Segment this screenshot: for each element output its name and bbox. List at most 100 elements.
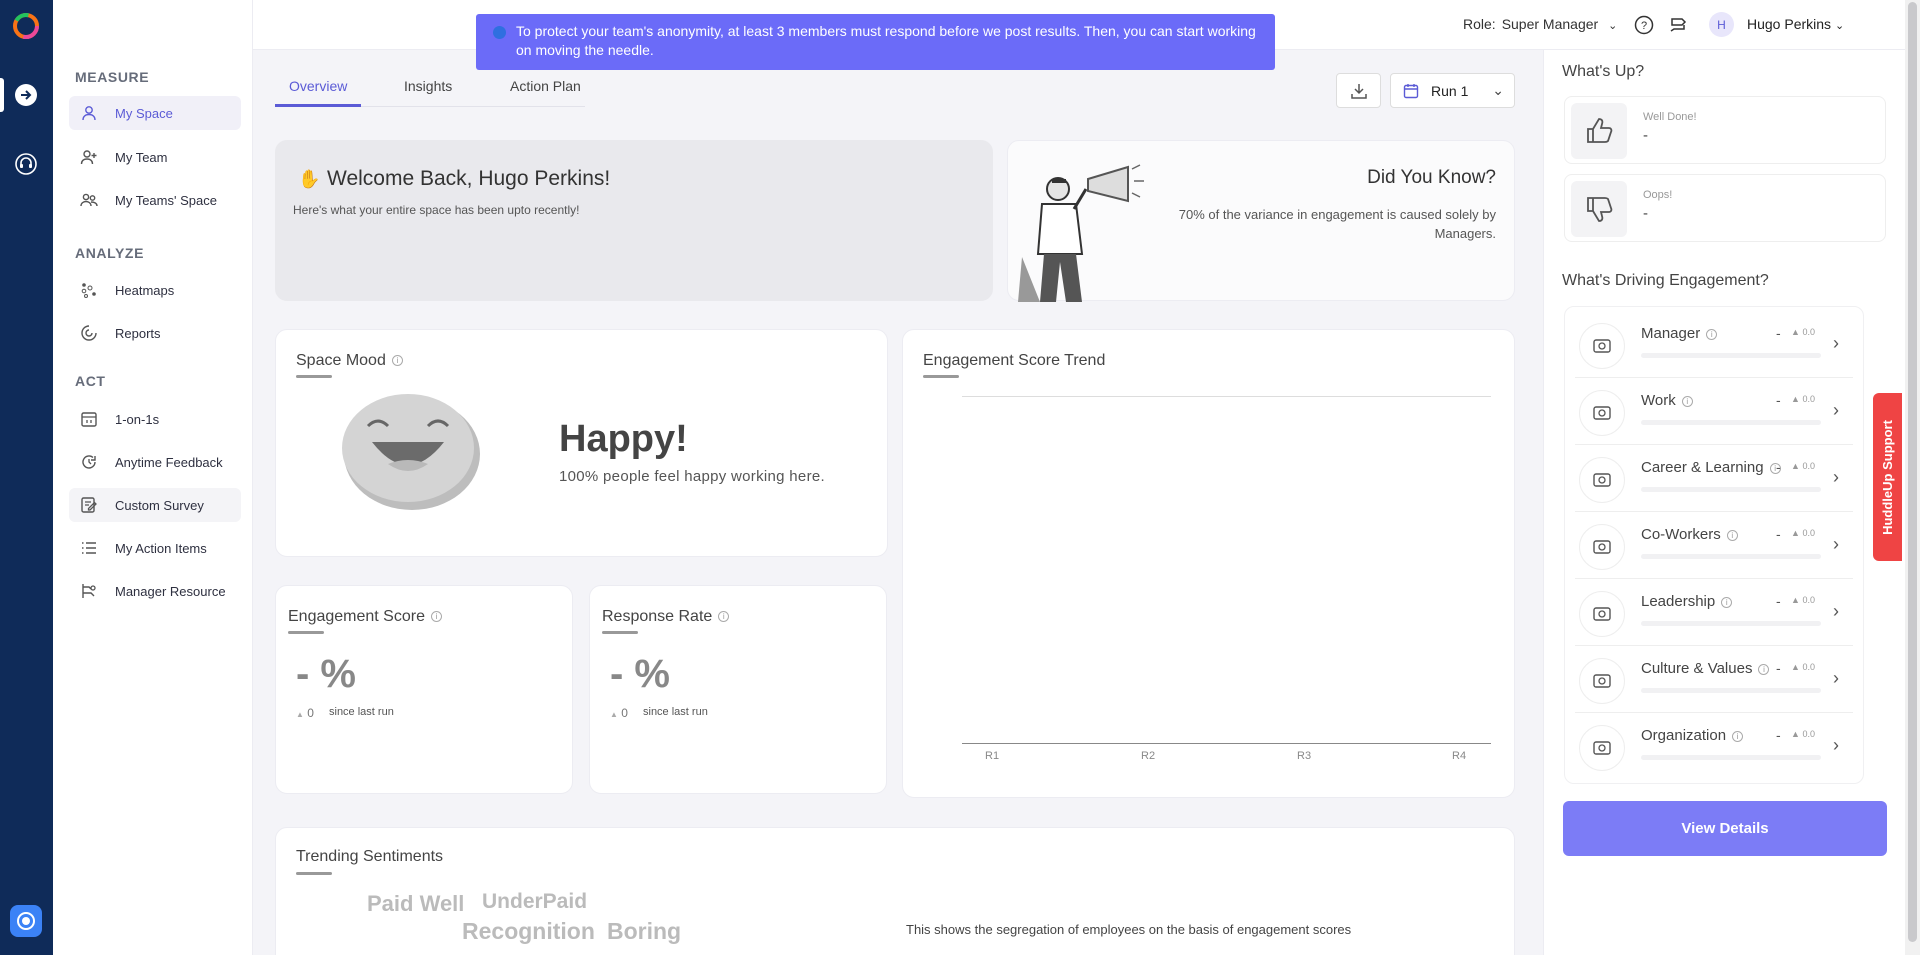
sidebar-section-measure: MEASURE [75, 69, 150, 85]
chevron-right-icon[interactable]: › [1833, 534, 1839, 555]
driver-row[interactable]: Culture & Values i - ▲ 0.0 › [1565, 646, 1865, 713]
info-icon[interactable]: i [1681, 395, 1693, 407]
trending-title: Trending Sentiments [296, 848, 444, 865]
driver-row[interactable]: Career & Learning i - ▲ 0.0 › [1565, 445, 1865, 512]
sidebar-item-1-on-1s[interactable]: 1-on-1s [69, 402, 241, 436]
rail-support-button[interactable] [12, 150, 40, 178]
support-tab-label: HuddleUp Support [1880, 419, 1896, 535]
driver-delta-value: 0.0 [1802, 528, 1815, 538]
chevron-right-icon[interactable]: › [1833, 400, 1839, 421]
driver-progress-bar [1641, 755, 1821, 760]
sidebar-item-my-team[interactable]: My Team [69, 140, 241, 174]
person-add-icon [79, 147, 99, 167]
driver-row[interactable]: Work i - ▲ 0.0 › [1565, 378, 1865, 445]
run-value: Run 1 [1431, 82, 1469, 99]
oops-card[interactable]: Oops! - [1564, 174, 1886, 242]
chart-x-axis [962, 743, 1491, 744]
download-button[interactable] [1336, 73, 1381, 108]
info-icon[interactable]: i [430, 611, 442, 623]
view-details-button[interactable]: View Details [1563, 801, 1887, 856]
app-logo-icon[interactable] [13, 13, 39, 39]
sentiment-word: UnderPaid [482, 890, 588, 913]
response-rate-title: Response Rate i [602, 608, 730, 626]
chevron-right-icon[interactable]: › [1833, 333, 1839, 354]
sidebar-item-reports[interactable]: Reports [69, 316, 241, 350]
sidebar-item-label: Heatmaps [115, 282, 175, 298]
signpost-button[interactable] [1667, 14, 1689, 36]
info-icon[interactable]: i [1721, 596, 1733, 608]
role-selector[interactable]: Role: Super Manager ⌄ [1463, 16, 1617, 32]
happy-face-icon [342, 394, 480, 510]
sidebar-item-heatmaps[interactable]: Heatmaps [69, 273, 241, 307]
driver-delta-value: 0.0 [1802, 461, 1815, 471]
welcome-subtitle: Here's what your entire space has been u… [293, 203, 580, 217]
chevron-right-icon[interactable]: › [1833, 467, 1839, 488]
up-triangle-icon: ▲ [1791, 729, 1800, 739]
tab-overview[interactable]: Overview [289, 78, 347, 94]
sidebar-item-my-teams-space[interactable]: My Teams' Space [69, 183, 241, 217]
sidebar-item-my-action-items[interactable]: My Action Items [69, 531, 241, 565]
info-icon[interactable]: i [1758, 663, 1770, 675]
engagement-score-card: Engagement Score i - % ▲ 0 since last run [275, 585, 573, 794]
info-icon[interactable]: i [718, 611, 730, 623]
driver-name: Co-Workers i [1641, 526, 1738, 543]
mood-label: Happy! [559, 418, 688, 460]
up-triangle-icon: ▲ [296, 710, 304, 719]
info-icon[interactable]: i [1706, 328, 1718, 340]
head-gear-icon [1579, 390, 1625, 436]
chevron-right-icon[interactable]: › [1833, 668, 1839, 689]
info-icon[interactable]: i [391, 355, 403, 367]
driver-score: - [1776, 593, 1781, 609]
info-icon[interactable]: i [1726, 529, 1738, 541]
response-rate-card: Response Rate i - % ▲ 0 since last run [589, 585, 887, 794]
coworkers-icon [1579, 524, 1625, 570]
download-icon [1350, 83, 1367, 99]
rail-bottom-button[interactable] [10, 905, 42, 937]
feedback-icon [79, 452, 99, 472]
chevron-right-icon[interactable]: › [1833, 735, 1839, 756]
thumbs-up-icon [1571, 103, 1627, 159]
driver-row[interactable]: Leadership i - ▲ 0.0 › [1565, 579, 1865, 646]
did-you-know-card: Did You Know? 70% of the variance in eng… [1007, 140, 1515, 302]
driver-row[interactable]: Organization i - ▲ 0.0 › [1565, 713, 1865, 780]
oops-value: - [1643, 205, 1648, 222]
tab-insights[interactable]: Insights [404, 78, 452, 94]
sidebar-item-manager-resource[interactable]: Manager Resource [69, 574, 241, 608]
huddleup-support-tab[interactable]: HuddleUp Support [1873, 393, 1902, 561]
user-menu[interactable]: Hugo Perkins ⌄ [1747, 16, 1844, 32]
sidebar-item-anytime-feedback[interactable]: Anytime Feedback [69, 445, 241, 479]
whats-up-title: What's Up? [1562, 63, 1645, 80]
driver-name-text: Culture & Values [1641, 660, 1753, 677]
user-name: Hugo Perkins [1747, 16, 1832, 32]
help-button[interactable]: ? [1633, 14, 1655, 36]
chevron-down-icon: ⌄ [1608, 20, 1618, 32]
since-label: since last run [329, 706, 394, 718]
sidebar-item-custom-survey[interactable]: Custom Survey [69, 488, 241, 522]
page-scrollbar[interactable] [1905, 0, 1920, 955]
well-done-label: Well Done! [1643, 111, 1697, 123]
scrollbar-thumb[interactable] [1908, 2, 1917, 942]
sidebar-item-my-space[interactable]: My Space [69, 96, 241, 130]
run-selector[interactable]: Run 1 ⌄ [1390, 73, 1515, 108]
waving-hand-icon: ✋ [298, 169, 321, 189]
right-panel: What's Up? Well Done! - Oops! - What's D… [1543, 50, 1905, 955]
driver-row[interactable]: Manager i - ▲ 0.0 › [1565, 311, 1865, 378]
driver-row[interactable]: Co-Workers i - ▲ 0.0 › [1565, 512, 1865, 579]
tab-action-plan[interactable]: Action Plan [510, 78, 581, 94]
driver-score: - [1776, 325, 1781, 341]
heatmap-icon [79, 280, 99, 300]
driver-name-text: Manager [1641, 325, 1701, 342]
chevron-down-icon: ⌄ [1492, 82, 1504, 98]
well-done-card[interactable]: Well Done! - [1564, 96, 1886, 164]
driver-progress-bar [1641, 420, 1821, 425]
sidebar-item-label: Custom Survey [115, 497, 204, 513]
rail-expand-button[interactable] [12, 81, 40, 109]
avatar[interactable]: H [1709, 12, 1734, 37]
chevron-right-icon[interactable]: › [1833, 601, 1839, 622]
signpost-icon [1670, 18, 1687, 32]
list-icon [79, 538, 99, 558]
engagement-trend-title: Engagement Score Trend [923, 352, 1106, 369]
info-icon[interactable]: i [1732, 730, 1744, 742]
sidebar-item-label: My Space [115, 105, 173, 121]
drivers-title: What's Driving Engagement? [1562, 272, 1769, 289]
